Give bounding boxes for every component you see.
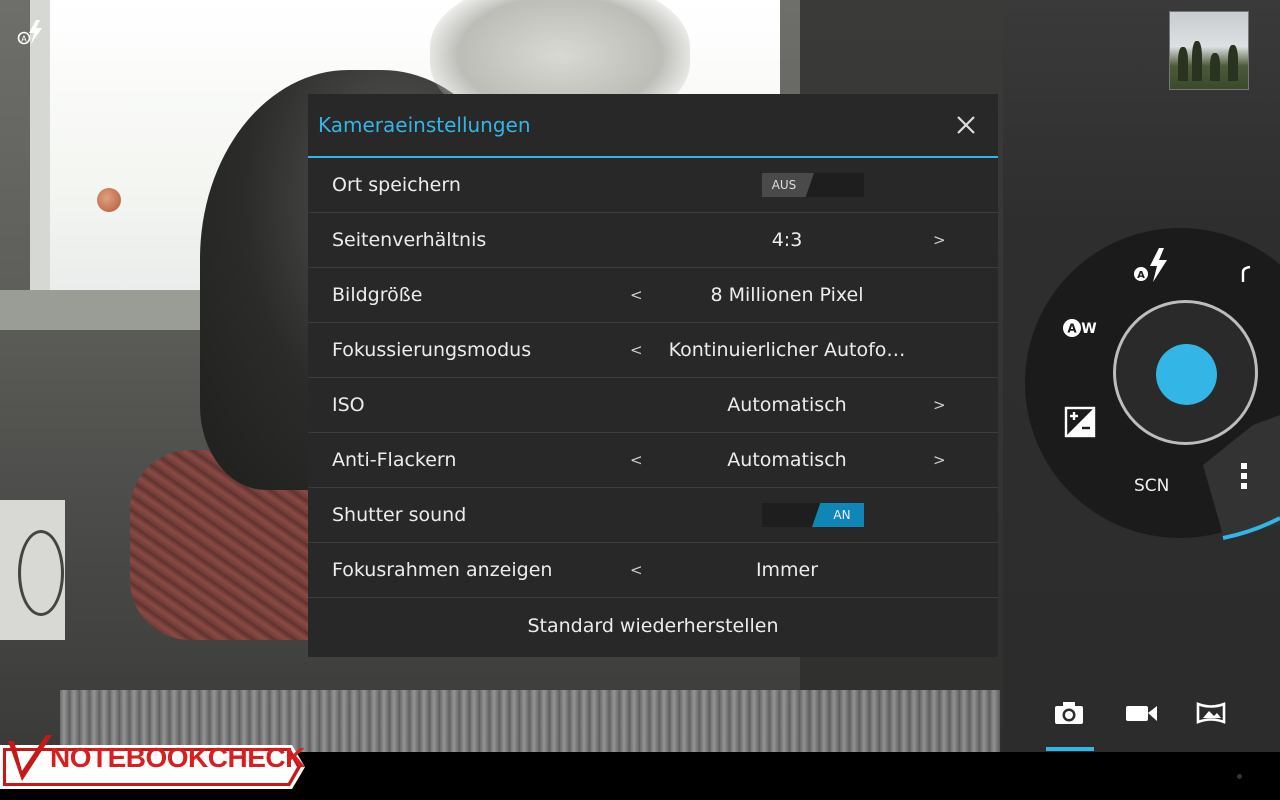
panorama-icon (1196, 702, 1226, 724)
active-mode-indicator (1046, 747, 1094, 751)
next-arrow-icon[interactable]: > (933, 231, 946, 249)
setting-value: Automatisch (727, 394, 847, 416)
setting-row-image-size[interactable]: Bildgröße < 8 Millionen Pixel (308, 268, 998, 323)
setting-row-focus-frame[interactable]: Fokusrahmen anzeigen < Immer (308, 543, 998, 598)
svg-text:A: A (21, 35, 27, 44)
prev-arrow-icon[interactable]: < (630, 561, 643, 579)
close-button[interactable] (952, 111, 980, 139)
setting-value: Immer (755, 559, 819, 581)
setting-label: Fokussierungsmodus (332, 339, 532, 361)
shutter-sound-toggle[interactable]: AN (762, 503, 864, 527)
setting-label: Anti-Flackern (332, 449, 457, 471)
more-icon[interactable] (1239, 462, 1249, 494)
next-arrow-icon[interactable]: > (933, 396, 946, 414)
prev-arrow-icon[interactable]: < (630, 341, 643, 359)
setting-row-iso[interactable]: ISO Automatisch > (308, 378, 998, 433)
toggle-thumb: AN (812, 503, 864, 527)
panorama-mode-button[interactable] (1191, 698, 1231, 728)
thumbnail-tree (1192, 41, 1202, 81)
setting-row-shutter-sound[interactable]: Shutter sound AN (308, 488, 998, 543)
prev-arrow-icon[interactable]: < (630, 451, 643, 469)
setting-label: Ort speichern (332, 174, 461, 196)
setting-value: Kontinuierlicher Autofo… (668, 339, 906, 361)
location-toggle[interactable]: AUS (762, 173, 864, 197)
brand-part2: CHECK (207, 742, 306, 773)
svg-text:A: A (1137, 270, 1145, 281)
thumbnail-tree (1210, 53, 1220, 81)
shutter-button[interactable] (1156, 344, 1217, 405)
prev-arrow-icon[interactable]: < (630, 286, 643, 304)
setting-row-location[interactable]: Ort speichern AUS (308, 158, 998, 213)
svg-text:W: W (1081, 321, 1096, 337)
setting-row-aspect-ratio[interactable]: Seitenverhältnis 4:3 > (308, 213, 998, 268)
setting-label: Bildgröße (332, 284, 423, 306)
thumbnail-tree (1178, 47, 1188, 81)
next-arrow-icon[interactable]: > (933, 451, 946, 469)
camera-control-panel: A A W SCN (1003, 0, 1280, 752)
flash-auto-icon[interactable]: A (1131, 246, 1173, 288)
timer-icon[interactable] (1240, 264, 1256, 288)
setting-row-focus-mode[interactable]: Fokussierungsmodus < Kontinuierlicher Au… (308, 323, 998, 378)
white-balance-auto-icon[interactable]: A W (1061, 316, 1101, 344)
setting-label: Shutter sound (332, 504, 467, 526)
setting-value: 8 Millionen Pixel (710, 284, 864, 306)
camera-settings-dialog: Kameraeinstellungen Ort speichern AUS Se… (308, 94, 998, 657)
flash-auto-indicator-icon: A (16, 18, 46, 46)
video-icon (1126, 706, 1157, 721)
camera-icon (1055, 702, 1083, 724)
setting-row-anti-flicker[interactable]: Anti-Flackern < Automatisch > (308, 433, 998, 488)
close-icon (957, 116, 975, 134)
setting-label: Seitenverhältnis (332, 229, 487, 251)
toggle-thumb: AUS (762, 173, 814, 197)
setting-label: ISO (332, 394, 365, 416)
exposure-icon[interactable] (1064, 406, 1096, 442)
brand-wordmark: NOTEBOOKCHECK (50, 742, 305, 774)
thumbnail-tree (1228, 45, 1238, 81)
brand-part1: NOTEBOOK (50, 742, 208, 773)
viewfinder-ornament (97, 188, 121, 212)
viewfinder-box-pattern (18, 530, 64, 616)
svg-text:A: A (1067, 322, 1077, 336)
last-photo-thumbnail[interactable] (1169, 11, 1249, 90)
system-dot (1237, 774, 1242, 779)
dialog-title: Kameraeinstellungen (318, 113, 531, 137)
setting-label: Fokusrahmen anzeigen (332, 559, 553, 581)
scene-mode-button[interactable]: SCN (1134, 476, 1169, 496)
video-mode-button[interactable] (1121, 698, 1161, 728)
restore-defaults-button[interactable]: Standard wiederherstellen (308, 598, 998, 653)
setting-value: Automatisch (727, 449, 847, 471)
setting-value: 4:3 (771, 229, 803, 251)
capture-mode-bar (1003, 690, 1280, 752)
dialog-header: Kameraeinstellungen (308, 94, 998, 158)
camera-mode-button[interactable] (1049, 698, 1089, 728)
